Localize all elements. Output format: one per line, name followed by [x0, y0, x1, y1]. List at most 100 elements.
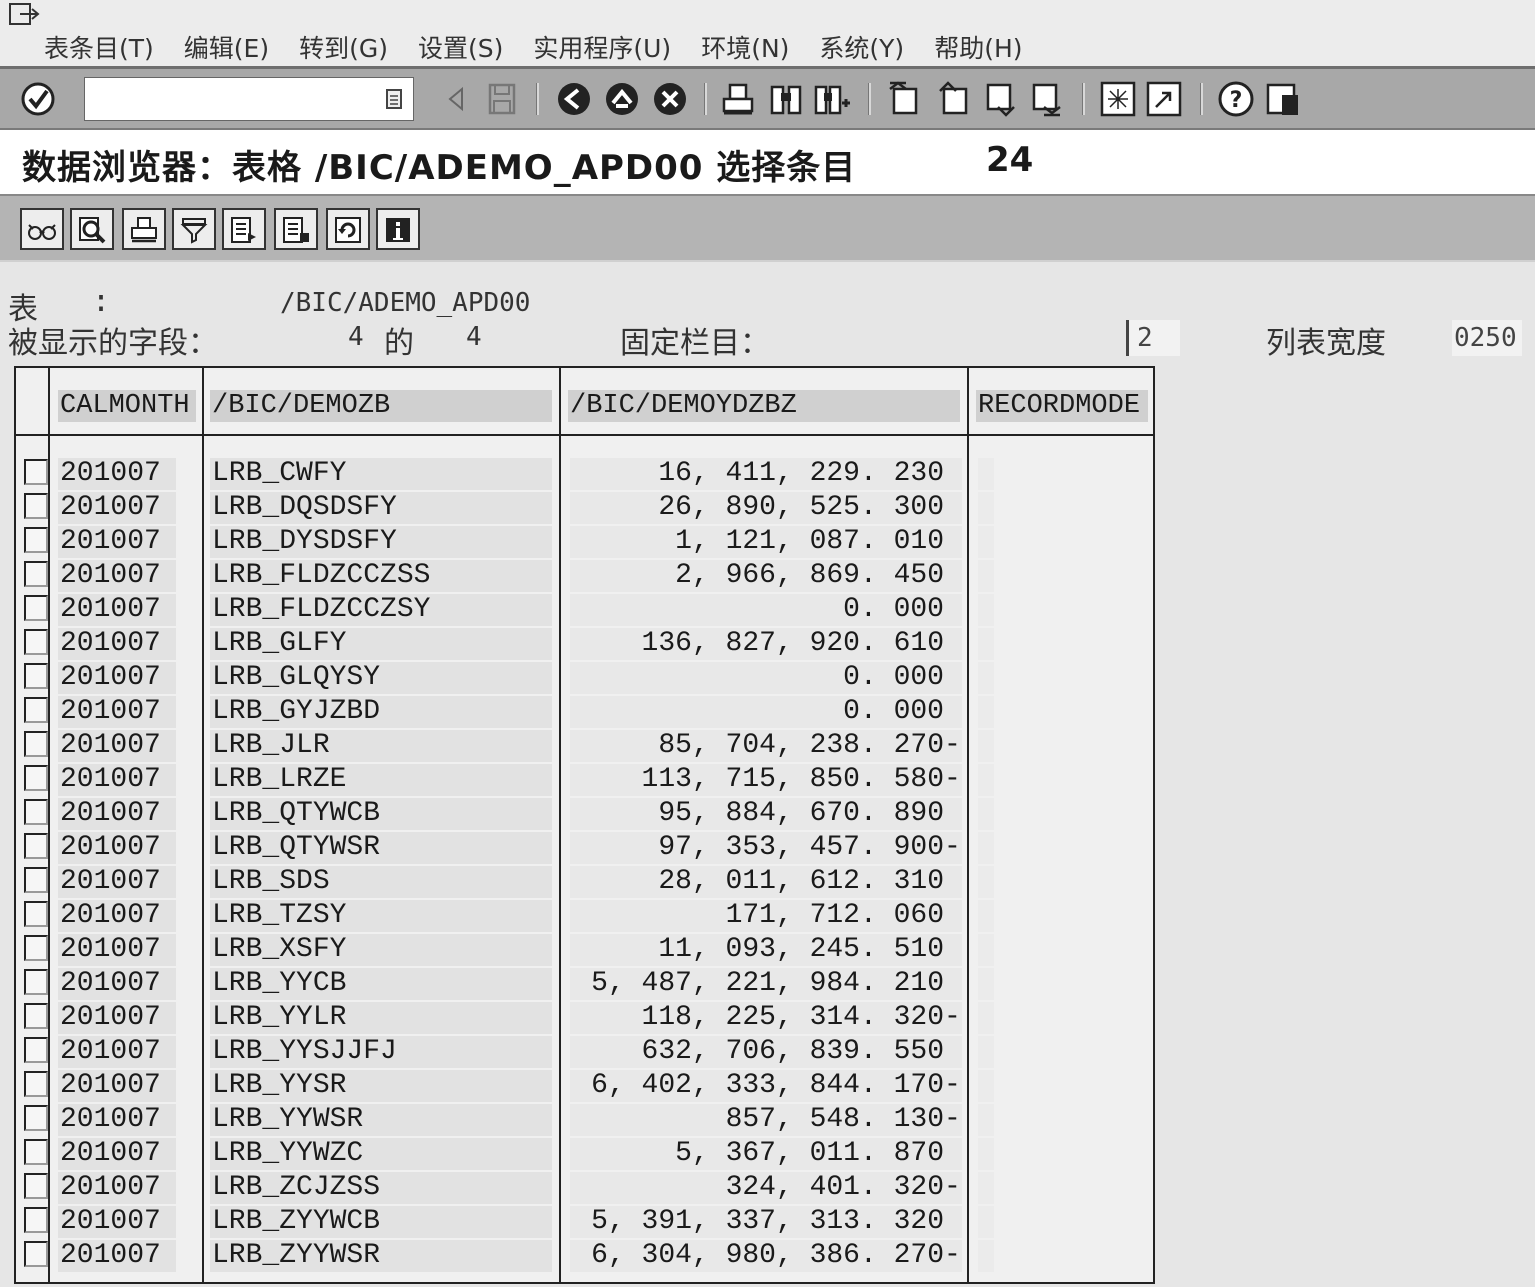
help-icon[interactable]: ?: [1216, 79, 1256, 119]
print-list-button[interactable]: [122, 208, 166, 250]
row-select-checkbox[interactable]: [24, 493, 48, 519]
table-row[interactable]: 201007 LRB_DQSDSFY 26, 890, 525. 300: [16, 492, 1153, 526]
menu-settings[interactable]: 设置(S): [418, 34, 503, 64]
column-header-calmonth[interactable]: CALMONTH: [58, 390, 196, 422]
new-session-icon[interactable]: [1098, 79, 1138, 119]
table-row[interactable]: 201007 LRB_GYJZBD 0. 000: [16, 696, 1153, 730]
last-page-icon[interactable]: [1026, 79, 1066, 119]
system-menu-icon[interactable]: [8, 2, 42, 28]
previous-page-icon[interactable]: [934, 79, 974, 119]
find-next-icon[interactable]: [812, 79, 852, 119]
menu-utilities[interactable]: 实用程序(U): [533, 34, 671, 64]
cell-calmonth: 201007: [58, 900, 176, 932]
table-row[interactable]: 201007 LRB_QTYWCB 95, 884, 670. 890: [16, 798, 1153, 832]
table-row[interactable]: 201007 LRB_JLR 85, 704, 238. 270-: [16, 730, 1153, 764]
table-row[interactable]: 201007 LRB_YYWSR 857, 548. 130-: [16, 1104, 1153, 1138]
shortcut-icon[interactable]: [1144, 79, 1184, 119]
glasses-button[interactable]: [20, 208, 64, 250]
menu-environment[interactable]: 环境(N): [701, 34, 789, 64]
row-select-checkbox[interactable]: [24, 629, 48, 655]
table-row[interactable]: 201007 LRB_SDS 28, 011, 612. 310: [16, 866, 1153, 900]
standard-toolbar: ?: [0, 66, 1535, 130]
table-row[interactable]: 201007 LRB_ZYYWCB 5, 391, 337, 313. 320: [16, 1206, 1153, 1240]
menu-table-entry[interactable]: 表条目(T): [44, 34, 154, 64]
find-icon[interactable]: [766, 79, 806, 119]
first-page-icon[interactable]: [884, 79, 924, 119]
next-page-icon[interactable]: [980, 79, 1020, 119]
menu-edit[interactable]: 编辑(E): [184, 34, 269, 64]
table-row[interactable]: 201007 LRB_GLQYSY 0. 000: [16, 662, 1153, 696]
table-row[interactable]: 201007 LRB_ZCJZSS 324, 401. 320-: [16, 1172, 1153, 1206]
row-select-checkbox[interactable]: [24, 1241, 48, 1267]
exit-icon[interactable]: [602, 79, 642, 119]
cell-demoydzbz: 6, 304, 980, 386. 270-: [570, 1240, 962, 1272]
info-button[interactable]: [376, 208, 420, 250]
save-icon[interactable]: [482, 79, 522, 119]
table-row[interactable]: 201007 LRB_YYSR 6, 402, 333, 844. 170-: [16, 1070, 1153, 1104]
cell-calmonth: 201007: [58, 560, 176, 592]
table-row[interactable]: 201007 LRB_ZYYWSR 6, 304, 980, 386. 270-: [16, 1240, 1153, 1274]
table-row[interactable]: 201007 LRB_YYLR 118, 225, 314. 320-: [16, 1002, 1153, 1036]
detail-button[interactable]: [70, 208, 114, 250]
row-select-checkbox[interactable]: [24, 935, 48, 961]
export-local-button[interactable]: [274, 208, 318, 250]
refresh-button[interactable]: [326, 208, 370, 250]
back-nav-icon[interactable]: [554, 79, 594, 119]
table-row[interactable]: 201007 LRB_CWFY 16, 411, 229. 230: [16, 458, 1153, 492]
table-row[interactable]: 201007 LRB_QTYWSR 97, 353, 457. 900-: [16, 832, 1153, 866]
column-header-demoydzbz[interactable]: /BIC/DEMOYDZBZ: [568, 390, 960, 422]
row-select-checkbox[interactable]: [24, 1173, 48, 1199]
back-icon[interactable]: [436, 79, 476, 119]
column-header-recordmode[interactable]: RECORDMODE: [976, 390, 1148, 422]
table-row[interactable]: 201007 LRB_FLDZCCZSY 0. 000: [16, 594, 1153, 628]
row-select-checkbox[interactable]: [24, 697, 48, 723]
table-row[interactable]: 201007 LRB_TZSY 171, 712. 060: [16, 900, 1153, 934]
row-select-checkbox[interactable]: [24, 765, 48, 791]
row-select-checkbox[interactable]: [24, 561, 48, 587]
table-row[interactable]: 201007 LRB_FLDZCCZSS 2, 966, 869. 450: [16, 560, 1153, 594]
enter-icon[interactable]: [18, 79, 58, 119]
column-header-demozb[interactable]: /BIC/DEMOZB: [210, 390, 552, 422]
table-row[interactable]: 201007 LRB_DYSDSFY 1, 121, 087. 010: [16, 526, 1153, 560]
table-row[interactable]: 201007 LRB_YYSJJFJ 632, 706, 839. 550: [16, 1036, 1153, 1070]
fixed-columns-input[interactable]: 2: [1126, 320, 1180, 356]
cell-value: 632, 706, 839. 550: [641, 1036, 944, 1067]
table-row[interactable]: 201007 LRB_GLFY 136, 827, 920. 610: [16, 628, 1153, 662]
cell-demozb: LRB_DQSDSFY: [210, 492, 552, 524]
row-select-checkbox[interactable]: [24, 1037, 48, 1063]
row-select-checkbox[interactable]: [24, 595, 48, 621]
row-select-checkbox[interactable]: [24, 833, 48, 859]
row-select-checkbox[interactable]: [24, 901, 48, 927]
list-width-input[interactable]: 0250: [1452, 320, 1522, 356]
history-dropdown-icon[interactable]: [383, 88, 405, 110]
row-select-checkbox[interactable]: [24, 459, 48, 485]
row-select-checkbox[interactable]: [24, 1207, 48, 1233]
export-button[interactable]: [222, 208, 266, 250]
filter-button[interactable]: [172, 208, 216, 250]
print-icon[interactable]: [718, 79, 758, 119]
row-select-checkbox[interactable]: [24, 1071, 48, 1097]
row-select-checkbox[interactable]: [24, 799, 48, 825]
cell-demoydzbz: 5, 391, 337, 313. 320: [570, 1206, 962, 1238]
row-select-checkbox[interactable]: [24, 867, 48, 893]
menu-system[interactable]: 系统(Y): [819, 34, 904, 64]
table-row[interactable]: 201007 LRB_LRZE 113, 715, 850. 580-: [16, 764, 1153, 798]
row-select-checkbox[interactable]: [24, 969, 48, 995]
cell-demoydzbz: 97, 353, 457. 900-: [570, 832, 962, 864]
row-select-checkbox[interactable]: [24, 527, 48, 553]
row-select-checkbox[interactable]: [24, 1139, 48, 1165]
table-row[interactable]: 201007 LRB_YYWZC 5, 367, 011. 870: [16, 1138, 1153, 1172]
layout-icon[interactable]: [1264, 79, 1304, 119]
row-select-checkbox[interactable]: [24, 1105, 48, 1131]
row-select-checkbox[interactable]: [24, 1003, 48, 1029]
row-select-checkbox[interactable]: [24, 663, 48, 689]
menu-goto[interactable]: 转到(G): [299, 34, 388, 64]
toolbar-separator: [868, 83, 871, 115]
row-select-checkbox[interactable]: [24, 731, 48, 757]
table-row[interactable]: 201007 LRB_YYCB 5, 487, 221, 984. 210: [16, 968, 1153, 1002]
data-table: CALMONTH /BIC/DEMOZB /BIC/DEMOYDZBZ RECO…: [14, 366, 1155, 1284]
cancel-icon[interactable]: [650, 79, 690, 119]
table-row[interactable]: 201007 LRB_XSFY 11, 093, 245. 510: [16, 934, 1153, 968]
command-field[interactable]: [84, 77, 414, 121]
menu-help[interactable]: 帮助(H): [934, 34, 1022, 64]
